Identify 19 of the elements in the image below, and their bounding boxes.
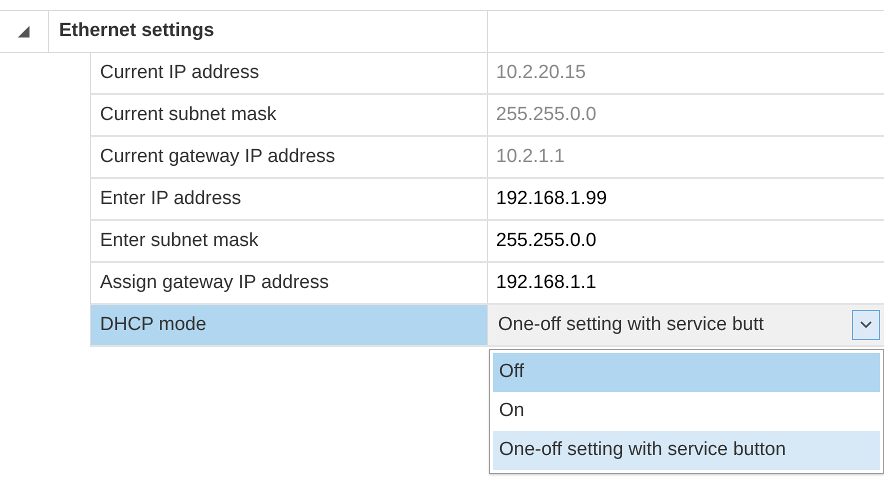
dropdown-option[interactable]: One-off setting with service button <box>493 431 880 470</box>
property-value: 10.2.1.1 <box>488 137 884 179</box>
dropdown-field[interactable]: One-off setting with service butt <box>488 305 884 347</box>
property-label[interactable]: Enter subnet mask <box>90 221 488 263</box>
property-label[interactable]: Enter IP address <box>90 179 488 221</box>
dropdown-option[interactable]: Off <box>493 353 880 392</box>
dropdown-button[interactable] <box>852 310 880 340</box>
property-value[interactable]: 255.255.0.0 <box>488 221 884 263</box>
property-value: 10.2.20.15 <box>488 53 884 95</box>
dropdown-option[interactable]: On <box>493 392 880 431</box>
collapse-arrow-icon[interactable] <box>18 26 30 38</box>
group-title: Ethernet settings <box>48 11 488 52</box>
property-value: 255.255.0.0 <box>488 95 884 137</box>
property-label[interactable]: Current subnet mask <box>90 95 488 137</box>
property-value[interactable]: 192.168.1.99 <box>488 179 884 221</box>
property-label[interactable]: Current gateway IP address <box>90 137 488 179</box>
chevron-down-icon <box>860 321 872 329</box>
property-label[interactable]: DHCP mode <box>90 305 488 347</box>
property-label[interactable]: Current IP address <box>90 53 488 95</box>
